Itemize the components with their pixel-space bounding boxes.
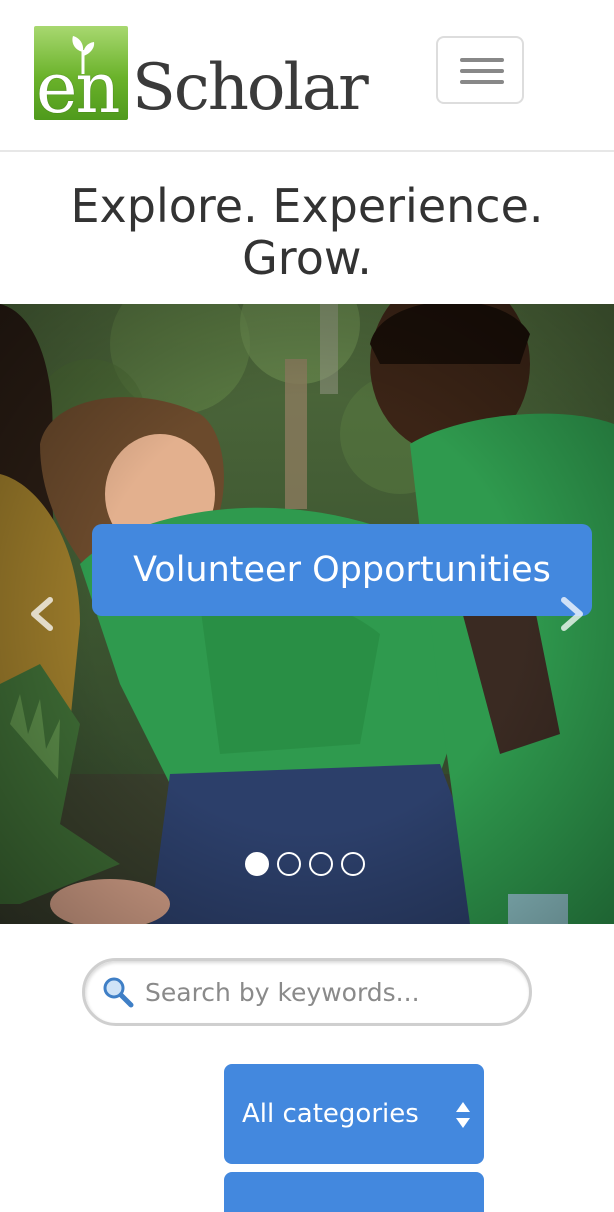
enscholar-logo[interactable]: en Scholar <box>34 26 394 125</box>
chevron-left-icon <box>31 597 53 631</box>
select-arrows-icon <box>456 1102 470 1128</box>
carousel-indicator-2[interactable] <box>277 852 301 876</box>
logo-text-scholar: Scholar <box>132 51 369 125</box>
chevron-right-icon <box>561 597 583 631</box>
image-carousel[interactable]: Volunteer Opportunities <box>0 304 614 924</box>
search-icon <box>103 977 134 1008</box>
carousel-indicator-4[interactable] <box>341 852 365 876</box>
top-navbar: en Scholar <box>0 0 614 152</box>
category-select[interactable]: All categories <box>224 1064 484 1164</box>
carousel-indicators <box>245 851 365 877</box>
page-headline: Explore. Experience. Grow. <box>70 179 544 285</box>
carousel-indicator-3[interactable] <box>309 852 333 876</box>
carousel-indicator-1[interactable] <box>245 852 269 876</box>
logo-green-box: en <box>34 26 128 120</box>
logo-text-en: en <box>36 47 121 120</box>
carousel-prev-button[interactable] <box>24 594 64 634</box>
carousel-caption[interactable]: Volunteer Opportunities <box>92 524 592 616</box>
search-input[interactable] <box>143 969 513 1015</box>
category-selected-value: All categories <box>242 1099 419 1129</box>
search-box <box>82 958 532 1026</box>
carousel-next-button[interactable] <box>550 594 590 634</box>
secondary-select[interactable] <box>224 1172 484 1212</box>
menu-toggle-button[interactable] <box>436 36 524 104</box>
